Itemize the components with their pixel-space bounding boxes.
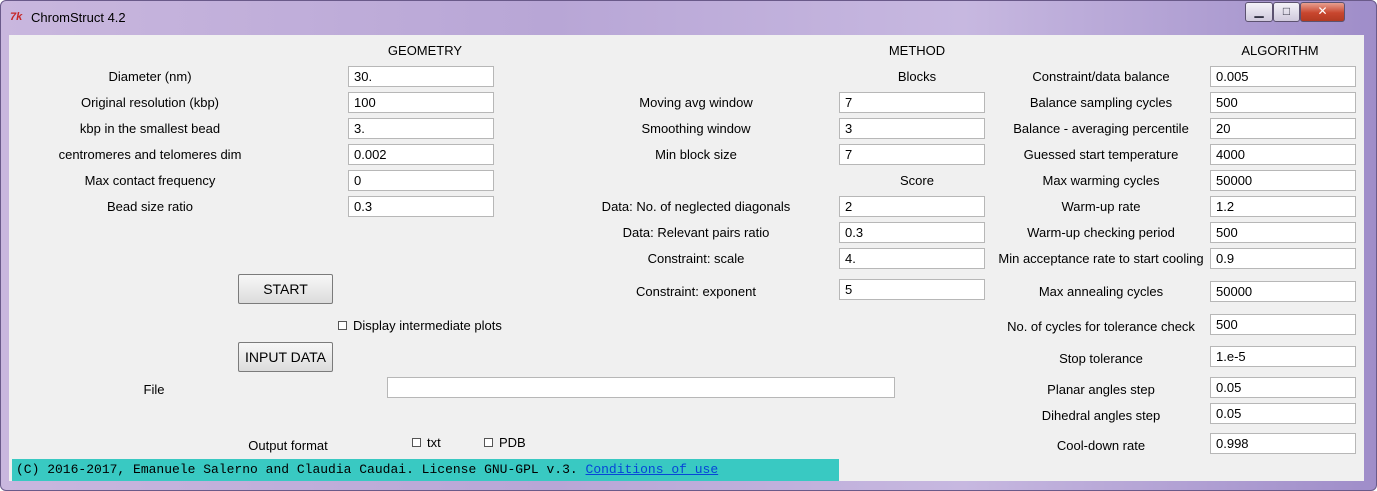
neglected-diagonals-input[interactable] bbox=[839, 196, 985, 217]
warm-up-checking-period-input[interactable] bbox=[1210, 222, 1356, 243]
relevant-pairs-ratio-input[interactable] bbox=[839, 222, 985, 243]
balance-averaging-percentile-input[interactable] bbox=[1210, 118, 1356, 139]
file-label: File bbox=[143, 382, 165, 397]
max-annealing-cycles-label: Max annealing cycles bbox=[1038, 284, 1164, 299]
file-path-input[interactable] bbox=[387, 377, 895, 398]
bead-size-ratio-label: Bead size ratio bbox=[107, 199, 193, 214]
max-warming-cycles-input[interactable] bbox=[1210, 170, 1356, 191]
diameter-label: Diameter (nm) bbox=[108, 69, 192, 84]
balance-sampling-cycles-label: Balance sampling cycles bbox=[1029, 95, 1173, 110]
copyright-text: (C) 2016-2017, Emanuele Salerno and Clau… bbox=[16, 462, 578, 477]
min-acceptance-rate-label: Min acceptance rate to start cooling bbox=[998, 251, 1204, 266]
maximize-icon: □ bbox=[1282, 4, 1291, 18]
tk-feather-icon: 7k bbox=[10, 11, 23, 23]
guessed-start-temperature-label: Guessed start temperature bbox=[1023, 147, 1179, 162]
constraint-exponent-input[interactable] bbox=[839, 279, 985, 300]
pdb-label: PDB bbox=[499, 435, 526, 450]
balance-sampling-cycles-input[interactable] bbox=[1210, 92, 1356, 113]
minimize-icon: ▁ bbox=[1254, 4, 1264, 18]
warm-up-checking-period-label: Warm-up checking period bbox=[1027, 225, 1175, 240]
constraint-exponent-label: Constraint: exponent bbox=[636, 284, 756, 299]
maximize-button[interactable]: □ bbox=[1273, 2, 1300, 22]
algorithm-header: ALGORITHM bbox=[1241, 43, 1319, 58]
close-icon: ✕ bbox=[1317, 4, 1328, 18]
geometry-header: GEOMETRY bbox=[387, 43, 463, 58]
display-plots-checkbox[interactable]: Display intermediate plots bbox=[338, 318, 502, 333]
constraint-scale-input[interactable] bbox=[839, 248, 985, 269]
stop-tolerance-input[interactable] bbox=[1210, 346, 1356, 367]
start-button[interactable]: START bbox=[238, 274, 333, 304]
pdb-checkbox[interactable]: PDB bbox=[484, 435, 526, 450]
app-window: 7k ChromStruct 4.2 ▁ □ ✕ GEOMETRY METHOD… bbox=[0, 0, 1377, 491]
relevant-pairs-ratio-label: Data: Relevant pairs ratio bbox=[622, 225, 770, 240]
warm-up-rate-input[interactable] bbox=[1210, 196, 1356, 217]
balance-averaging-percentile-label: Balance - averaging percentile bbox=[1013, 121, 1189, 136]
max-contact-frequency-input[interactable] bbox=[348, 170, 494, 191]
window-title: ChromStruct 4.2 bbox=[31, 10, 126, 25]
neglected-diagonals-label: Data: No. of neglected diagonals bbox=[601, 199, 791, 214]
score-subheader: Score bbox=[900, 173, 934, 188]
planar-angles-step-input[interactable] bbox=[1210, 377, 1356, 398]
cool-down-rate-input[interactable] bbox=[1210, 433, 1356, 454]
constraint-data-balance-input[interactable] bbox=[1210, 66, 1356, 87]
diameter-input[interactable] bbox=[348, 66, 494, 87]
centromeres-telomeres-label: centromeres and telomeres dim bbox=[58, 147, 242, 162]
bead-size-ratio-input[interactable] bbox=[348, 196, 494, 217]
cool-down-rate-label: Cool-down rate bbox=[1056, 438, 1146, 453]
dihedral-angles-step-label: Dihedral angles step bbox=[1041, 408, 1161, 423]
planar-angles-step-label: Planar angles step bbox=[1047, 382, 1155, 397]
output-format-label: Output format bbox=[248, 438, 328, 453]
display-plots-label: Display intermediate plots bbox=[353, 318, 502, 333]
constraint-data-balance-label: Constraint/data balance bbox=[1032, 69, 1170, 84]
close-button[interactable]: ✕ bbox=[1300, 2, 1345, 22]
checkbox-unchecked-icon bbox=[338, 321, 347, 330]
max-warming-cycles-label: Max warming cycles bbox=[1042, 173, 1160, 188]
dihedral-angles-step-input[interactable] bbox=[1210, 403, 1356, 424]
conditions-of-use-link[interactable]: Conditions of use bbox=[586, 462, 719, 477]
checkbox-unchecked-icon bbox=[484, 438, 493, 447]
moving-avg-window-label: Moving avg window bbox=[639, 95, 753, 110]
min-acceptance-rate-input[interactable] bbox=[1210, 248, 1356, 269]
txt-label: txt bbox=[427, 435, 441, 450]
guessed-start-temperature-input[interactable] bbox=[1210, 144, 1356, 165]
tolerance-check-cycles-label: No. of cycles for tolerance check bbox=[1007, 319, 1195, 334]
minimize-button[interactable]: ▁ bbox=[1245, 2, 1273, 22]
smallest-bead-label: kbp in the smallest bead bbox=[79, 121, 221, 136]
original-resolution-label: Original resolution (kbp) bbox=[80, 95, 220, 110]
blocks-subheader: Blocks bbox=[897, 69, 937, 84]
license-footer: (C) 2016-2017, Emanuele Salerno and Clau… bbox=[12, 459, 839, 481]
tolerance-check-cycles-input[interactable] bbox=[1210, 314, 1356, 335]
max-annealing-cycles-input[interactable] bbox=[1210, 281, 1356, 302]
smallest-bead-input[interactable] bbox=[348, 118, 494, 139]
smoothing-window-label: Smoothing window bbox=[641, 121, 751, 136]
method-header: METHOD bbox=[888, 43, 946, 58]
warm-up-rate-label: Warm-up rate bbox=[1061, 199, 1141, 214]
title-bar[interactable]: 7k ChromStruct 4.2 ▁ □ ✕ bbox=[1, 1, 1376, 35]
checkbox-unchecked-icon bbox=[412, 438, 421, 447]
max-contact-frequency-label: Max contact frequency bbox=[84, 173, 216, 188]
min-block-size-label: Min block size bbox=[655, 147, 737, 162]
stop-tolerance-label: Stop tolerance bbox=[1059, 351, 1143, 366]
min-block-size-input[interactable] bbox=[839, 144, 985, 165]
original-resolution-input[interactable] bbox=[348, 92, 494, 113]
main-panel: GEOMETRY METHOD ALGORITHM Blocks Score D… bbox=[9, 35, 1364, 481]
txt-checkbox[interactable]: txt bbox=[412, 435, 441, 450]
centromeres-telomeres-input[interactable] bbox=[348, 144, 494, 165]
constraint-scale-label: Constraint: scale bbox=[647, 251, 745, 266]
input-data-button[interactable]: INPUT DATA bbox=[238, 342, 333, 372]
moving-avg-window-input[interactable] bbox=[839, 92, 985, 113]
smoothing-window-input[interactable] bbox=[839, 118, 985, 139]
